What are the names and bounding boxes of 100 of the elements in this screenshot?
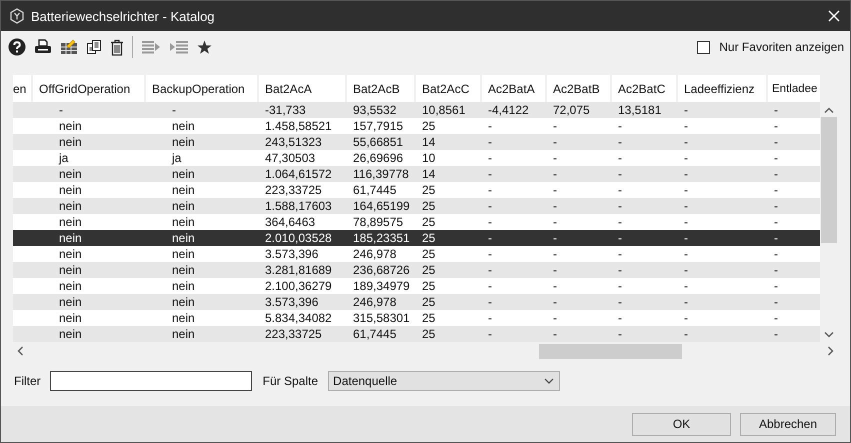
table-cell: - xyxy=(684,199,688,213)
star-icon[interactable] xyxy=(197,40,212,54)
table-cell: - xyxy=(553,247,557,261)
table-cell: - xyxy=(553,183,557,197)
table-cell: nein xyxy=(59,327,82,341)
table-cell: 116,39778 xyxy=(353,167,409,181)
table-row[interactable]: nein nein 3.573,396 246,978 25 - - - - - xyxy=(13,294,820,310)
table-cell: - xyxy=(684,295,688,309)
table-cell: - xyxy=(488,279,492,293)
column-header[interactable]: Ac2BatC xyxy=(612,75,676,102)
table-cell: ja xyxy=(59,151,68,165)
table-row[interactable]: nein nein 1.588,17603 164,65199 25 - - - - - xyxy=(13,198,820,214)
table-cell: - xyxy=(618,151,622,165)
table-cell: - xyxy=(774,247,778,261)
column-header[interactable]: Bat2AcA xyxy=(259,75,345,102)
column-header[interactable]: Bat2AcB xyxy=(347,75,414,102)
table-cell: nein xyxy=(172,247,195,261)
table-cell: 223,33725 xyxy=(265,327,322,341)
table-cell: - xyxy=(488,199,492,213)
table-cell: 14 xyxy=(422,135,436,149)
table-row[interactable]: nein nein 1.064,61572 116,39778 14 - - - - - xyxy=(13,166,820,182)
column-header[interactable]: Ac2BatB xyxy=(547,75,610,102)
table-cell: nein xyxy=(172,167,195,181)
favorites-label: Nur Favoriten anzeigen xyxy=(719,40,844,54)
column-label: Für Spalte xyxy=(262,374,318,388)
column-header[interactable]: Ladeeffizienz xyxy=(678,75,766,102)
table-cell: 315,58301 xyxy=(353,311,410,325)
table-row[interactable]: nein nein 2.010,03528 185,23351 25 - - - - - xyxy=(13,230,820,246)
table-cell: 1.588,17603 xyxy=(265,199,332,213)
table-cell: 72,075 xyxy=(553,103,590,117)
table-cell: 3.573,396 xyxy=(265,247,318,261)
dialog-button[interactable]: OK xyxy=(632,412,731,436)
table-cell: 10 xyxy=(422,151,436,165)
table-cell: - xyxy=(553,167,557,181)
table-cell: nein xyxy=(59,311,82,325)
column-header[interactable]: Ac2BatA xyxy=(482,75,545,102)
table-cell: nein xyxy=(172,295,195,309)
table-cell: - xyxy=(684,135,688,149)
table-cell: 25 xyxy=(422,327,436,341)
scroll-down-icon[interactable] xyxy=(824,331,834,338)
table-cell: 25 xyxy=(422,247,436,261)
scroll-left-icon[interactable] xyxy=(17,346,24,356)
table-cell: 1.458,58521 xyxy=(265,119,332,133)
table-cell: nein xyxy=(59,295,82,309)
table-cell: nein xyxy=(59,135,82,149)
table-cell: - xyxy=(618,231,622,245)
column-dropdown[interactable]: Datenquelle xyxy=(328,371,560,391)
table-cell: - xyxy=(488,231,492,245)
table-cell: - xyxy=(684,103,688,117)
column-header[interactable]: OffGridOperation xyxy=(33,75,144,102)
table-row[interactable]: - - -31,733 93,5532 10,8561 -4,4122 72,075 13,5181 - - xyxy=(13,102,820,118)
scroll-right-icon[interactable] xyxy=(827,346,834,356)
table-cell: nein xyxy=(172,231,195,245)
table-cell: - xyxy=(553,119,557,133)
table-cell: nein xyxy=(59,215,82,229)
column-header[interactable]: BackupOperation xyxy=(146,75,257,102)
edit-table-icon[interactable] xyxy=(60,39,78,55)
favorites-checkbox[interactable] xyxy=(697,40,710,54)
printer-icon[interactable] xyxy=(34,39,52,55)
table-cell: - xyxy=(684,183,688,197)
table-cell: - xyxy=(553,279,557,293)
table-cell: - xyxy=(488,151,492,165)
table-cell: - xyxy=(618,167,622,181)
table-cell: 61,7445 xyxy=(353,327,396,341)
table-cell: - xyxy=(553,199,557,213)
table-cell: - xyxy=(59,103,63,117)
table-cell: - xyxy=(488,215,492,229)
table-cell: 25 xyxy=(422,263,436,277)
window-title: Batteriewechselrichter - Katalog xyxy=(31,8,216,24)
table-cell: - xyxy=(684,311,688,325)
table-row[interactable]: nein nein 223,33725 61,7445 25 - - - - - xyxy=(13,326,820,342)
table-cell: - xyxy=(684,263,688,277)
dialog-button[interactable]: Abbrechen xyxy=(740,412,836,436)
table-cell: - xyxy=(774,295,778,309)
table-cell: - xyxy=(684,151,688,165)
table-row[interactable]: nein nein 243,51323 55,66851 14 - - - - - xyxy=(13,134,820,150)
table-cell: - xyxy=(488,263,492,277)
table-cell: -4,4122 xyxy=(488,103,529,117)
close-icon[interactable] xyxy=(828,10,840,22)
table-cell: - xyxy=(553,151,557,165)
table-cell: nein xyxy=(172,183,195,197)
table-cell: - xyxy=(774,279,778,293)
trash-icon[interactable] xyxy=(110,38,124,56)
copy-icon[interactable] xyxy=(86,39,102,55)
chevron-down-icon[interactable] xyxy=(544,378,554,384)
table-cell: nein xyxy=(59,231,82,245)
help-icon[interactable] xyxy=(8,38,26,56)
table-cell: - xyxy=(684,327,688,341)
filter-field[interactable] xyxy=(50,371,252,391)
scroll-up-icon[interactable] xyxy=(824,107,834,114)
table-cell: - xyxy=(618,327,622,341)
table-cell: 243,51323 xyxy=(265,135,322,149)
table-cell: nein xyxy=(172,279,195,293)
column-header[interactable]: Bat2AcC xyxy=(416,75,480,102)
table-cell: - xyxy=(618,247,622,261)
column-header[interactable]: en xyxy=(13,75,31,102)
table-row[interactable]: nein nein 3.281,81689 236,68726 25 - - - - - xyxy=(13,262,820,278)
table-cell: 236,68726 xyxy=(353,263,410,277)
table-cell: 246,978 xyxy=(353,295,396,309)
column-header[interactable]: Entladee xyxy=(768,75,820,102)
